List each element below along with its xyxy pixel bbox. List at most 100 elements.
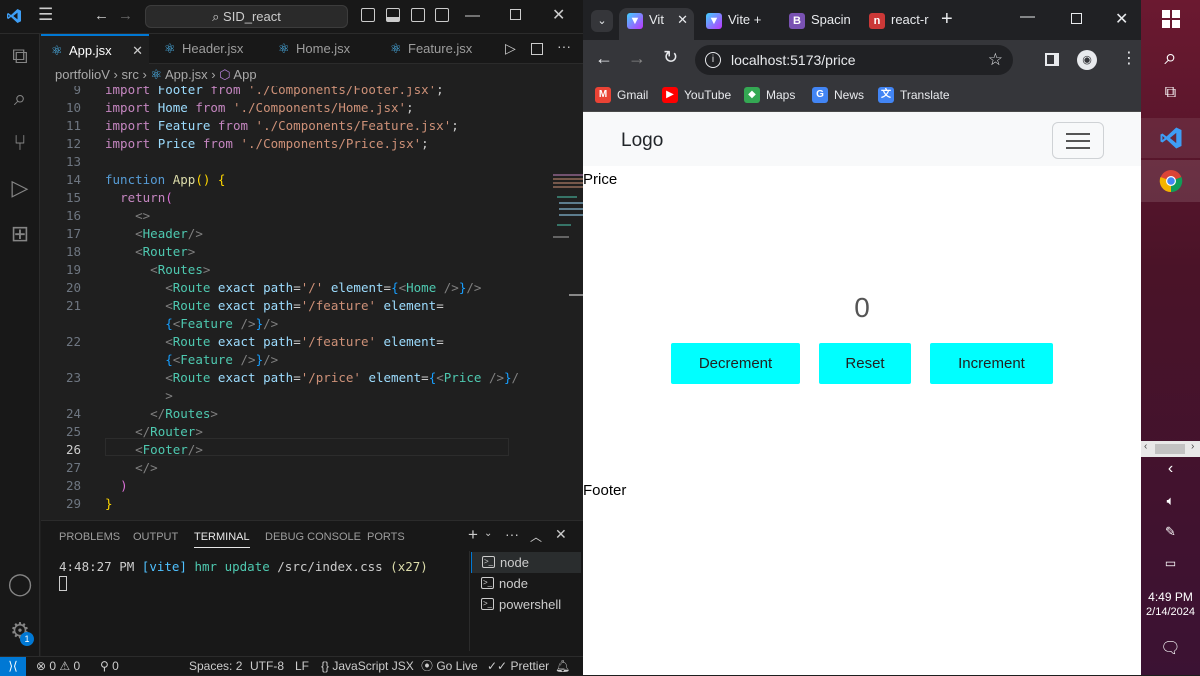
tab-search-chevron-icon[interactable]: ⌄ xyxy=(591,10,613,32)
windows-start-icon[interactable] xyxy=(1141,8,1200,33)
chrome-menu-icon[interactable]: ⋮ xyxy=(1121,48,1137,68)
increment-button[interactable]: Increment xyxy=(930,343,1053,384)
close-icon[interactable]: ✕ xyxy=(552,5,565,25)
run-icon[interactable]: ▷ xyxy=(505,40,516,57)
scroll-thumb[interactable] xyxy=(1155,444,1185,454)
navbar-logo[interactable]: Logo xyxy=(621,130,663,152)
profile-avatar[interactable]: ◉ xyxy=(1077,50,1097,70)
task-view-icon[interactable]: ⧉ xyxy=(1141,84,1200,102)
scroll-right-icon[interactable]: › xyxy=(1191,441,1194,452)
chevron-down-icon[interactable]: ⌄ xyxy=(484,528,492,539)
clock-date[interactable]: 2/14/2024 xyxy=(1141,606,1200,618)
decrement-button[interactable]: Decrement xyxy=(671,343,800,384)
extensions-icon[interactable]: ⊞ xyxy=(6,220,34,248)
notifications-bell-icon[interactable]: 🔔︎ xyxy=(555,657,570,675)
go-live-button[interactable]: ⦿ Go Live xyxy=(421,657,478,675)
tab-header-jsx[interactable]: ⚛ Header.jsx xyxy=(154,34,266,64)
terminal-instance[interactable]: >_ node xyxy=(471,573,581,594)
tab-home-jsx[interactable]: ⚛ Home.jsx xyxy=(268,34,380,64)
split-editor-icon[interactable] xyxy=(531,43,543,55)
breadcrumb-item[interactable]: App xyxy=(233,67,256,82)
minimap[interactable] xyxy=(553,174,583,244)
prettier-status[interactable]: ✓✓ Prettier xyxy=(487,657,549,675)
tab-terminal[interactable]: TERMINAL xyxy=(194,531,250,548)
tab-output[interactable]: OUTPUT xyxy=(133,531,178,543)
accounts-icon[interactable]: ◯ xyxy=(6,570,34,598)
bookmark-youtube[interactable]: ▶ YouTube xyxy=(662,87,731,103)
battery-icon[interactable]: ▭ xyxy=(1141,556,1200,570)
terminal-instance[interactable]: >_ node xyxy=(471,552,581,573)
forward-arrow-icon[interactable]: → xyxy=(118,7,133,24)
remote-icon[interactable]: ⟩⟨ xyxy=(0,657,26,676)
eol-status[interactable]: LF xyxy=(295,657,309,675)
code-editor[interactable]: 9 10 11 12 13 14 15 16 17 18 19 20 21 22 23 24 25 26 27 28 2… xyxy=(41,86,583,516)
bookmark-gmail[interactable]: M Gmail xyxy=(595,87,648,103)
chevron-left-icon[interactable]: ‹ xyxy=(1141,460,1200,478)
terminal-instance[interactable]: >_ powershell xyxy=(471,594,581,615)
problems-status[interactable]: ⊗ 0 ⚠ 0 xyxy=(36,657,80,675)
site-info-icon[interactable]: i xyxy=(705,52,721,68)
breadcrumb-item[interactable]: portfolioV xyxy=(55,67,110,82)
toggle-secondary-sidebar-icon[interactable] xyxy=(411,8,425,22)
tab-ports[interactable]: PORTS xyxy=(367,531,405,543)
tab-app-jsx[interactable]: ⚛ App.jsx ✕ xyxy=(41,34,149,64)
indentation-status[interactable]: Spaces: 2 xyxy=(189,657,242,675)
close-tab-icon[interactable]: ✕ xyxy=(677,8,688,32)
chrome-tab[interactable]: n react-r xyxy=(861,8,937,40)
reset-button[interactable]: Reset xyxy=(819,343,911,384)
chrome-tab[interactable]: B Spacin xyxy=(781,8,859,40)
bookmark-news[interactable]: G News xyxy=(812,87,864,103)
language-status[interactable]: {} JavaScript JSX xyxy=(321,657,414,675)
bookmark-translate[interactable]: 文 Translate xyxy=(878,87,950,103)
minimize-icon[interactable]: — xyxy=(1020,8,1035,25)
toggle-primary-sidebar-icon[interactable] xyxy=(361,8,375,22)
tab-problems[interactable]: PROBLEMS xyxy=(59,531,120,543)
close-tab-icon[interactable]: ✕ xyxy=(132,36,143,66)
chrome-taskbar-icon[interactable] xyxy=(1141,160,1200,202)
explorer-icon[interactable]: ⧉ xyxy=(6,42,34,70)
bookmark-maps[interactable]: ◆ Maps xyxy=(744,87,795,103)
close-icon[interactable]: ✕ xyxy=(1115,9,1128,29)
run-debug-icon[interactable]: ▷ xyxy=(6,174,34,202)
maximize-icon[interactable] xyxy=(510,9,521,20)
bookmark-star-icon[interactable]: ☆ xyxy=(988,45,1003,75)
chrome-tab[interactable]: ▼ Vit ✕ xyxy=(619,8,694,40)
clock-time[interactable]: 4:49 PM xyxy=(1141,590,1200,604)
breadcrumb-item[interactable]: App.jsx xyxy=(165,67,208,82)
toggle-panel-icon[interactable] xyxy=(386,8,400,22)
pen-icon[interactable]: ✎ xyxy=(1141,524,1200,540)
new-terminal-icon[interactable]: + xyxy=(468,525,478,545)
close-panel-icon[interactable]: ✕ xyxy=(555,526,567,543)
more-actions-icon[interactable]: ··· xyxy=(557,38,571,54)
ports-status[interactable]: ⚲ 0 xyxy=(100,657,119,675)
minimize-icon[interactable]: — xyxy=(465,7,480,24)
encoding-status[interactable]: UTF-8 xyxy=(250,657,284,675)
new-tab-icon[interactable]: + xyxy=(941,8,953,31)
breadcrumb-item[interactable]: src xyxy=(121,67,138,82)
command-center-search[interactable]: ⌕ SID_react xyxy=(145,5,348,28)
chrome-tab[interactable]: ▼ Vite + xyxy=(698,8,778,40)
search-icon[interactable]: ⌕ xyxy=(1141,44,1200,70)
back-arrow-icon[interactable]: ← xyxy=(595,48,613,69)
volume-icon[interactable]: 🔈︎ xyxy=(1141,493,1200,509)
source-control-icon[interactable]: ⑂ xyxy=(6,129,34,157)
side-panel-icon[interactable] xyxy=(1045,53,1059,66)
maximize-icon[interactable] xyxy=(1071,13,1082,24)
vscode-taskbar-icon[interactable] xyxy=(1141,118,1200,158)
back-arrow-icon[interactable]: ← xyxy=(94,7,109,24)
horizontal-scrollbar[interactable]: ‹ › xyxy=(1141,441,1200,457)
maximize-panel-icon[interactable]: ︿ xyxy=(530,528,542,545)
menu-icon[interactable]: ☰ xyxy=(38,5,53,25)
scroll-left-icon[interactable]: ‹ xyxy=(1144,441,1147,452)
navbar-toggler-button[interactable] xyxy=(1052,122,1104,159)
more-icon[interactable]: ··· xyxy=(505,526,519,542)
address-bar[interactable]: i localhost:5173/price ☆ xyxy=(695,45,1013,75)
tab-feature-jsx[interactable]: ⚛ Feature.jsx xyxy=(380,34,492,64)
notification-center-icon[interactable]: 🗨︎ xyxy=(1141,638,1200,658)
search-icon[interactable]: ⌕ xyxy=(6,84,34,112)
terminal-output[interactable]: 4:48:27 PM [vite] hmr update /src/index.… xyxy=(59,559,428,591)
customize-layout-icon[interactable] xyxy=(435,8,449,22)
tab-debug-console[interactable]: DEBUG CONSOLE xyxy=(265,531,361,543)
forward-arrow-icon[interactable]: → xyxy=(628,48,646,69)
reload-icon[interactable]: ↻ xyxy=(663,47,678,68)
